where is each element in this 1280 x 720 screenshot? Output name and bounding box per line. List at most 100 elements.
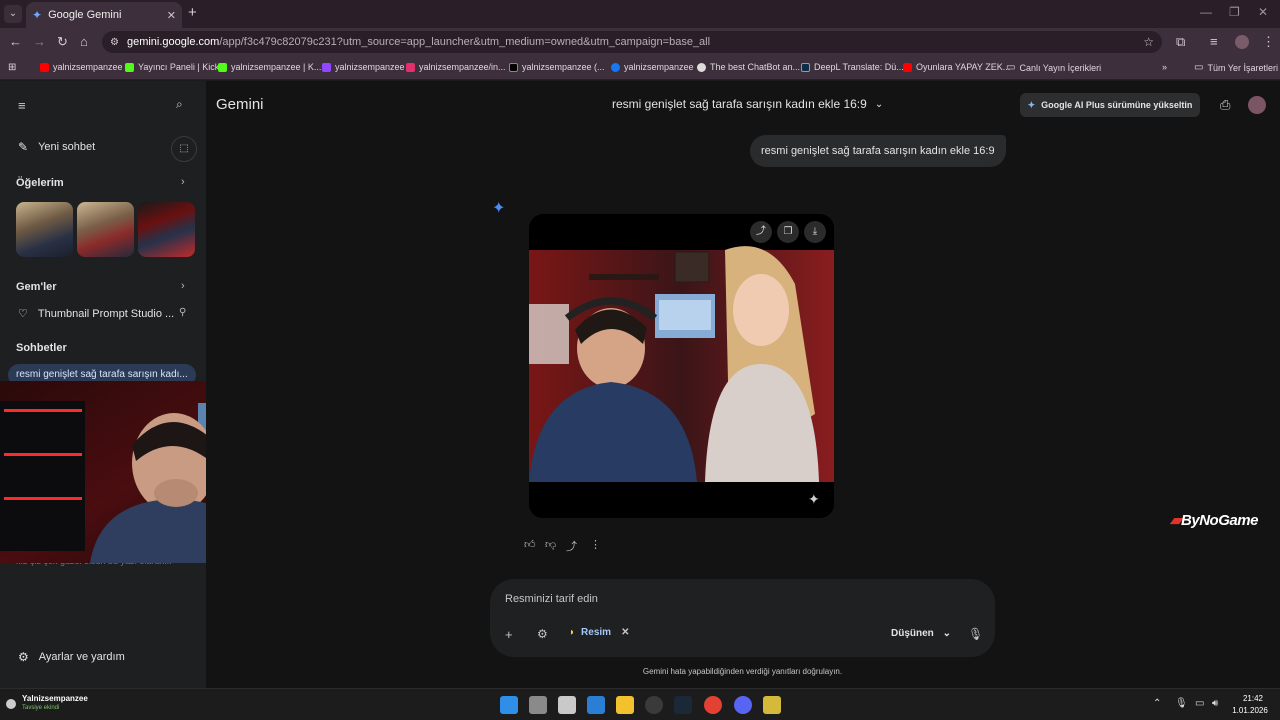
close-window-icon[interactable]: ✕ — [1258, 5, 1268, 19]
volume-icon[interactable]: 🔊︎ — [1212, 698, 1218, 709]
url-path: /app/f3c479c82079c231?utm_source=app_lau… — [219, 36, 711, 48]
microphone-tray-icon[interactable]: 🎙︎ — [1175, 698, 1188, 709]
more-options-icon[interactable]: ⋮ — [590, 538, 601, 551]
bookmark-star-icon[interactable]: ☆ — [1143, 35, 1154, 49]
thumbs-up-icon[interactable]: 👍︎ — [524, 538, 536, 551]
microphone-icon[interactable]: 🎙︎ — [968, 627, 983, 641]
media-icon[interactable]: ≡ — [1210, 34, 1218, 49]
bookmark-item[interactable]: DeepL Translate: Dü... — [801, 62, 904, 72]
generated-image-card[interactable]: ⤴ ❐ ⤓ ✦ — [529, 214, 834, 518]
chrome-icon[interactable] — [704, 696, 722, 714]
address-bar[interactable]: ⚙ gemini.google.com/app/f3c479c82079c231… — [102, 31, 1162, 53]
youtube-icon — [40, 62, 49, 72]
generated-image[interactable] — [529, 214, 834, 518]
steam-icon[interactable] — [674, 696, 692, 714]
bookmark-item[interactable]: yalnizsempanzee/in... — [406, 62, 506, 72]
tab-gemini[interactable]: ✦ Google Gemini ✕ — [26, 2, 182, 28]
bookmarks-overflow-icon[interactable]: » — [1162, 62, 1167, 72]
tiktok-icon — [509, 62, 518, 72]
minimize-icon[interactable]: — — [1200, 5, 1212, 19]
site-info-icon[interactable]: ⚙ — [110, 37, 119, 48]
share-image-icon[interactable]: ⤴ — [750, 221, 772, 243]
account-avatar[interactable] — [1248, 96, 1266, 114]
search-icon[interactable]: ⌕ — [176, 97, 183, 112]
tools-icon[interactable]: ⚙ — [537, 627, 548, 641]
openai-icon — [697, 62, 706, 72]
notepad-icon[interactable] — [558, 696, 576, 714]
youtube-icon — [903, 62, 912, 72]
facebook-icon — [611, 62, 620, 72]
user-avatar[interactable] — [6, 699, 16, 709]
profile-avatar[interactable] — [1235, 35, 1249, 49]
new-tab-button[interactable]: + — [188, 4, 197, 21]
kick-icon — [218, 62, 227, 72]
url-host: gemini.google.com — [126, 36, 220, 48]
prompt-input[interactable]: Resminizi tarif edin — [505, 593, 598, 605]
bookmark-folder[interactable]: ▭ Canlı Yayın İçerikleri — [1006, 62, 1101, 73]
back-icon[interactable]: ← — [9, 34, 22, 49]
bookmark-item[interactable]: yalnizsempanzee | K... — [218, 62, 321, 72]
taskbar-user-name[interactable]: Yalnizsempanzee — [22, 694, 88, 703]
new-chat-button[interactable]: ✎ Yeni sohbet — [18, 140, 95, 154]
clock-date[interactable]: 1.01.2026 — [1230, 706, 1270, 715]
display-icon[interactable]: ▭ — [1195, 698, 1204, 709]
pin-icon[interactable]: ⚲ — [179, 307, 186, 318]
item-thumbnail[interactable] — [77, 202, 134, 257]
tab-search-button[interactable]: ⌄ — [4, 5, 22, 23]
image-tool-chip[interactable]: ◗ Resim ✕ — [569, 627, 629, 638]
chats-heading: Sohbetler — [16, 342, 67, 354]
apps-grid-icon[interactable]: ⊞ — [8, 62, 16, 73]
share-response-icon[interactable]: ⤴ — [566, 538, 577, 554]
bookmark-item[interactable]: yalnizsempanzee (... — [509, 62, 605, 72]
chat-title-dropdown[interactable]: resmi genişlet sağ tarafa sarışın kadın … — [612, 97, 883, 111]
download-image-icon[interactable]: ⤓ — [804, 221, 826, 243]
bookmark-item[interactable]: Yayıncı Paneli | Kick — [125, 62, 219, 72]
bookmark-item[interactable]: yalnizsempanzee — [611, 62, 694, 72]
thumbs-down-icon[interactable]: 👎︎ — [545, 538, 556, 551]
app-icon[interactable] — [763, 696, 781, 714]
instagram-icon — [406, 62, 415, 72]
prompt-box[interactable]: Resminizi tarif edin + ⚙ ◗ Resim ✕ Düşün… — [490, 579, 995, 657]
item-thumbnail[interactable] — [138, 202, 195, 257]
extensions-icon[interactable]: ⧉ — [1176, 34, 1185, 50]
twitch-icon — [322, 62, 331, 72]
gemini-response-icon: ✦ — [492, 200, 506, 217]
tray-overflow-icon[interactable]: ⌃ — [1153, 698, 1161, 709]
share-chat-icon[interactable]: ⎙ — [1220, 97, 1230, 113]
bookmark-item[interactable]: yalnizsempanzee — [40, 62, 123, 72]
chevron-right-icon[interactable]: › — [181, 280, 185, 292]
reload-icon[interactable]: ↻ — [57, 34, 68, 50]
items-heading[interactable]: Öğelerim — [16, 177, 64, 189]
chip-close-icon[interactable]: ✕ — [621, 627, 629, 638]
chevron-right-icon[interactable]: › — [181, 176, 185, 188]
windows-start-icon[interactable] — [500, 696, 518, 714]
all-bookmarks-folder[interactable]: ▭ Tüm Yer İşaretleri — [1194, 62, 1278, 73]
banana-icon: ◗ — [569, 627, 576, 638]
restore-icon[interactable]: ❐ — [1229, 5, 1240, 19]
bookmark-item[interactable]: Oyunlara YAPAY ZEK... — [903, 62, 1010, 72]
taskbar-user-status: Tavsiye ekindi — [22, 705, 60, 711]
app-title[interactable]: Gemini — [216, 96, 264, 113]
item-thumbnail[interactable] — [16, 202, 73, 257]
file-explorer-icon[interactable] — [616, 696, 634, 714]
model-selector[interactable]: Düşünen ⌄ — [891, 628, 951, 639]
discord-icon[interactable] — [734, 696, 752, 714]
gems-heading[interactable]: Gem'ler — [16, 281, 57, 293]
bookmark-item[interactable]: The best ChatBot an... — [697, 62, 800, 72]
bookmark-item[interactable]: yalnizsempanzee — [322, 62, 405, 72]
forward-icon[interactable]: → — [33, 34, 46, 49]
copy-image-icon[interactable]: ❐ — [777, 221, 799, 243]
upgrade-button[interactable]: ✦ Google AI Plus sürümüne yükseltin — [1020, 93, 1200, 117]
browser-menu-icon[interactable]: ⋮ — [1262, 34, 1275, 50]
settings-help-button[interactable]: ⚙ Ayarlar ve yardım — [18, 650, 125, 664]
obs-icon[interactable] — [645, 696, 663, 714]
clock-time[interactable]: 21:42 — [1236, 694, 1270, 703]
gem-item[interactable]: ♡ Thumbnail Prompt Studio ... — [18, 307, 174, 321]
menu-icon[interactable]: ≡ — [18, 98, 26, 113]
photos-icon[interactable] — [587, 696, 605, 714]
tab-close-icon[interactable]: ✕ — [167, 9, 176, 22]
add-icon[interactable]: + — [505, 627, 513, 642]
temporary-chat-icon[interactable]: ⬚ — [171, 136, 197, 162]
home-icon[interactable]: ⌂ — [80, 34, 88, 49]
task-view-icon[interactable] — [529, 696, 547, 714]
